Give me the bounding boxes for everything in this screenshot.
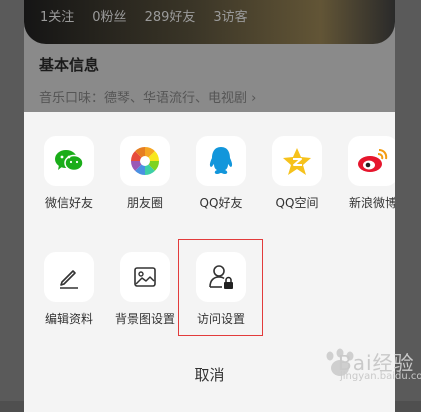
action-background-setting[interactable]: 背景图设置 xyxy=(106,252,184,327)
music-taste: 音乐口味：德琴、华语流行、电视剧 › xyxy=(39,91,257,106)
qzone-icon xyxy=(283,148,311,175)
edit-profile-label: 编辑资料 xyxy=(44,312,93,326)
profile-stats: 1关注 0粉丝 289好友 3访客 xyxy=(40,6,248,25)
basic-info-title: 基本信息 xyxy=(39,56,100,74)
share-weibo[interactable]: 新浪微博 xyxy=(334,136,395,211)
weibo-icon xyxy=(358,149,388,172)
background-setting-tile xyxy=(120,252,170,302)
share-wechat-friend[interactable]: 微信好友 xyxy=(30,136,108,211)
share-wechat-label: 微信好友 xyxy=(44,196,93,210)
highlight-box xyxy=(178,239,263,336)
share-qq-label: QQ好友 xyxy=(199,196,243,210)
moments-tile xyxy=(120,136,170,186)
action-edit-profile[interactable]: 编辑资料 xyxy=(30,252,108,327)
edit-profile-tile xyxy=(44,252,94,302)
background-setting-label: 背景图设置 xyxy=(114,312,175,326)
dim-overlay-left xyxy=(0,0,24,401)
pencil-icon xyxy=(60,270,78,289)
qzone-tile xyxy=(272,136,322,186)
dim-overlay-right xyxy=(395,0,421,401)
wechat-icon xyxy=(55,150,84,172)
share-qzone-label: QQ空间 xyxy=(275,196,319,210)
stat-visitors: 3访客 xyxy=(213,10,248,25)
stat-friends: 289好友 xyxy=(144,10,196,25)
share-moments[interactable]: 朋友圈 xyxy=(106,136,184,211)
watermark-url: jingyan.baidu.com xyxy=(340,371,421,382)
share-qq-friend[interactable]: QQ好友 xyxy=(182,136,260,211)
moments-icon xyxy=(131,147,159,175)
share-qzone[interactable]: QQ空间 xyxy=(258,136,336,211)
image-icon xyxy=(134,267,156,287)
stat-following: 1关注 xyxy=(40,10,75,25)
wechat-tile xyxy=(44,136,94,186)
weibo-tile xyxy=(348,136,395,186)
stat-fans: 0粉丝 xyxy=(92,10,127,25)
share-moments-label: 朋友圈 xyxy=(126,196,163,210)
qq-icon xyxy=(209,147,233,174)
share-weibo-label: 新浪微博 xyxy=(348,196,395,210)
qq-tile xyxy=(196,136,246,186)
